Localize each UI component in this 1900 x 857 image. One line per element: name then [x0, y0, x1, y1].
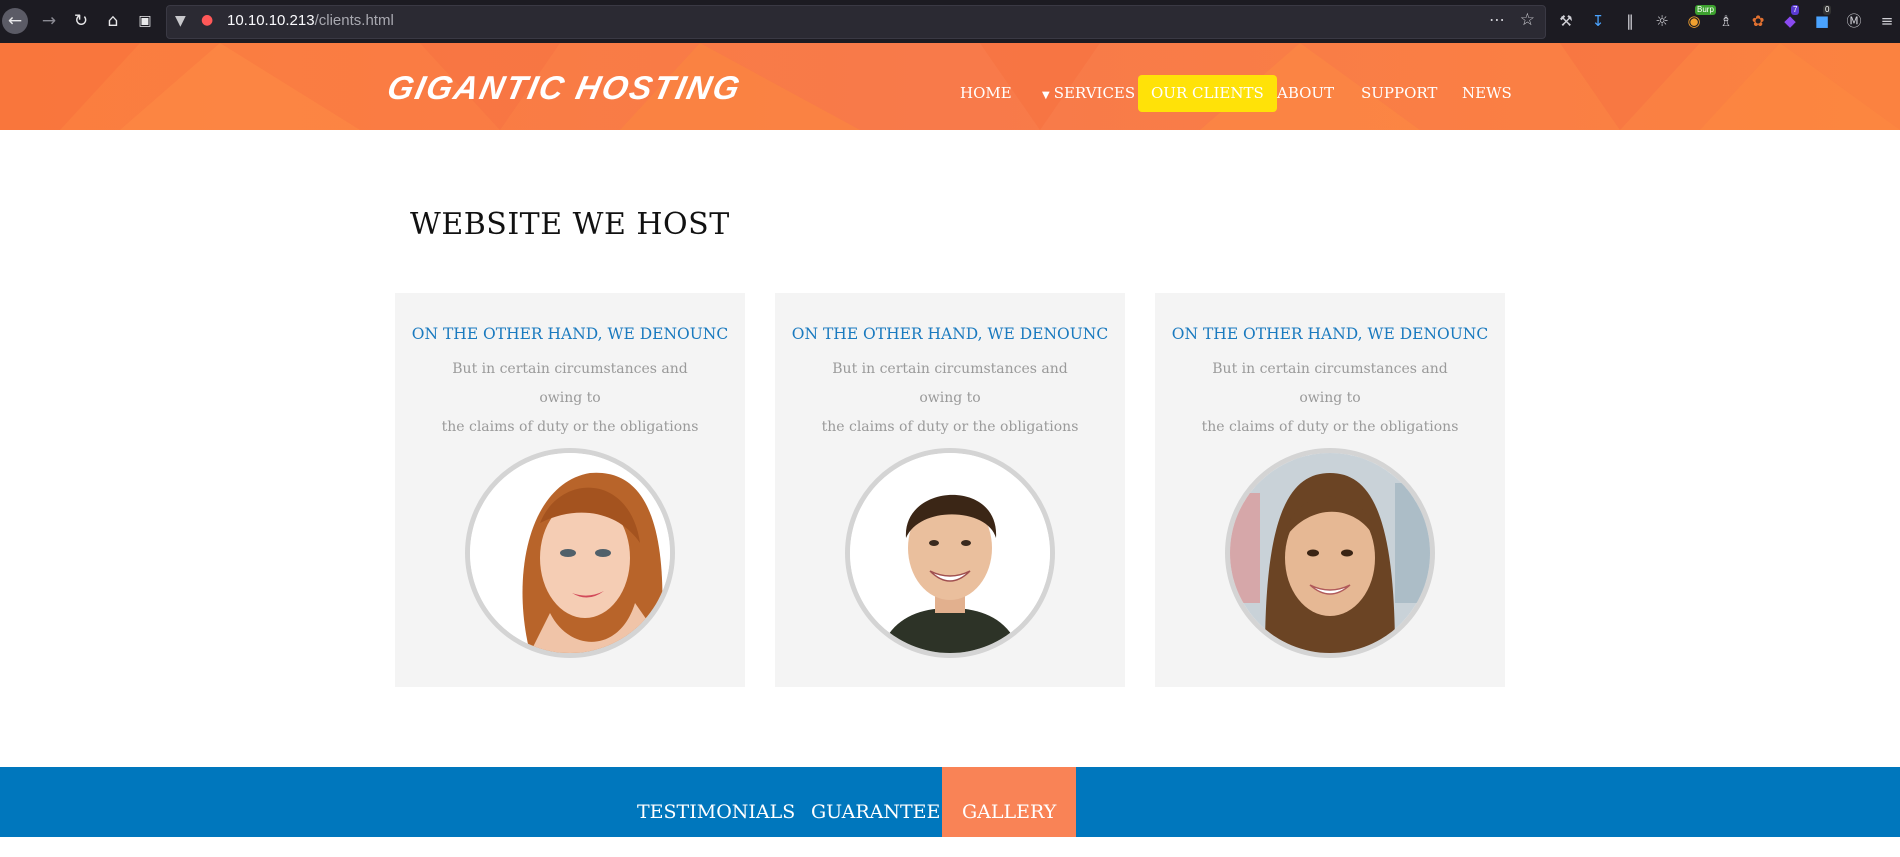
url-bar[interactable]: ▼ ● 10.10.10.213/clients.html ⋯ ☆: [166, 5, 1546, 39]
nav-services-label: SERVICES: [1053, 84, 1136, 102]
container-extension-icon[interactable]: ■ 0: [1811, 5, 1833, 32]
nav-about[interactable]: ABOUT: [1264, 75, 1347, 112]
nav-news[interactable]: NEWS: [1449, 75, 1525, 112]
extension-count-badge-2: 0: [1823, 5, 1832, 15]
client-photo-woman-redhead: [465, 448, 675, 658]
url-host: 10.10.10.213: [227, 12, 315, 29]
tab-guarantee[interactable]: GUARANTEE: [791, 767, 960, 837]
card-text-line: the claims of duty or the obligations: [821, 419, 1079, 435]
cookie-extension-icon[interactable]: ✿: [1747, 10, 1769, 32]
hamburger-menu-icon[interactable]: ≡: [1876, 10, 1898, 32]
reload-icon[interactable]: ↻: [68, 8, 94, 34]
site-header: GIGANTIC HOSTING HOME ▼ SERVICES OUR CLIE…: [0, 43, 1900, 130]
cube-extension-icon[interactable]: ◆ 7: [1779, 5, 1801, 32]
library-icon[interactable]: ‖: [1619, 10, 1641, 32]
insecure-lock-icon[interactable]: ●: [201, 12, 213, 28]
extension-count-badge: 7: [1791, 5, 1800, 15]
card-text: But in certain circumstances and owing t…: [1193, 355, 1467, 442]
burp-badge: Burp: [1695, 5, 1716, 15]
shield-icon[interactable]: ▼: [175, 13, 186, 29]
page-actions-icon[interactable]: ⋯: [1489, 10, 1505, 29]
card-heading: ON THE OTHER HAND, WE DENOUNC: [1171, 325, 1489, 343]
browser-toolbar: ← → ↻ ⌂ ▣ ▼ ● 10.10.10.213/clients.html …: [0, 0, 1900, 43]
client-photo-man-smiling: [845, 448, 1055, 658]
client-photo-woman-brunette: [1225, 448, 1435, 658]
card-text-line: But in certain circumstances and owing t…: [452, 361, 688, 406]
client-card: ON THE OTHER HAND, WE DENOUNC But in cer…: [395, 293, 745, 687]
tab-testimonials[interactable]: TESTIMONIALS: [617, 767, 815, 837]
card-text-line: But in certain circumstances and owing t…: [832, 361, 1068, 406]
back-arrow-icon[interactable]: ←: [2, 8, 28, 34]
url-text[interactable]: 10.10.10.213/clients.html: [227, 12, 394, 29]
nav-support[interactable]: SUPPORT: [1348, 75, 1450, 112]
wrench-icon[interactable]: ⚒: [1555, 10, 1577, 32]
nav-our-clients[interactable]: OUR CLIENTS: [1138, 75, 1277, 112]
card-text: But in certain circumstances and owing t…: [433, 355, 707, 442]
caret-down-icon: ▼: [1042, 90, 1050, 101]
page-title: WEBSITE WE HOST: [410, 207, 730, 242]
burp-extension-icon[interactable]: ◉ Burp: [1683, 5, 1716, 32]
card-heading: ON THE OTHER HAND, WE DENOUNC: [411, 325, 729, 343]
card-text-line: But in certain circumstances and owing t…: [1212, 361, 1448, 406]
forward-arrow-icon[interactable]: →: [36, 8, 62, 34]
nav-home[interactable]: HOME: [947, 75, 1025, 112]
card-text: But in certain circumstances and owing t…: [813, 355, 1087, 442]
download-icon[interactable]: ↧: [1587, 10, 1609, 32]
client-card: ON THE OTHER HAND, WE DENOUNC But in cer…: [1155, 293, 1505, 687]
section-tabs-bar: TESTIMONIALS GUARANTEE GALLERY: [0, 767, 1900, 837]
card-text-line: the claims of duty or the obligations: [1201, 419, 1459, 435]
sync-account-icon[interactable]: Ⓜ: [1843, 10, 1865, 32]
tab-gallery[interactable]: GALLERY: [942, 767, 1077, 837]
extension-icon[interactable]: ☼: [1651, 10, 1673, 32]
bookmark-star-icon[interactable]: ☆: [1520, 10, 1535, 30]
url-path: /clients.html: [314, 12, 394, 29]
card-text-line: the claims of duty or the obligations: [441, 419, 699, 435]
client-card: ON THE OTHER HAND, WE DENOUNC But in cer…: [775, 293, 1125, 687]
site-logo[interactable]: GIGANTIC HOSTING: [384, 69, 745, 107]
spy-extension-icon[interactable]: ♗: [1715, 10, 1737, 32]
card-heading: ON THE OTHER HAND, WE DENOUNC: [791, 325, 1109, 343]
reader-icon[interactable]: ▣: [132, 8, 158, 34]
home-icon[interactable]: ⌂: [100, 8, 126, 34]
nav-services[interactable]: ▼ SERVICES: [1029, 75, 1148, 112]
